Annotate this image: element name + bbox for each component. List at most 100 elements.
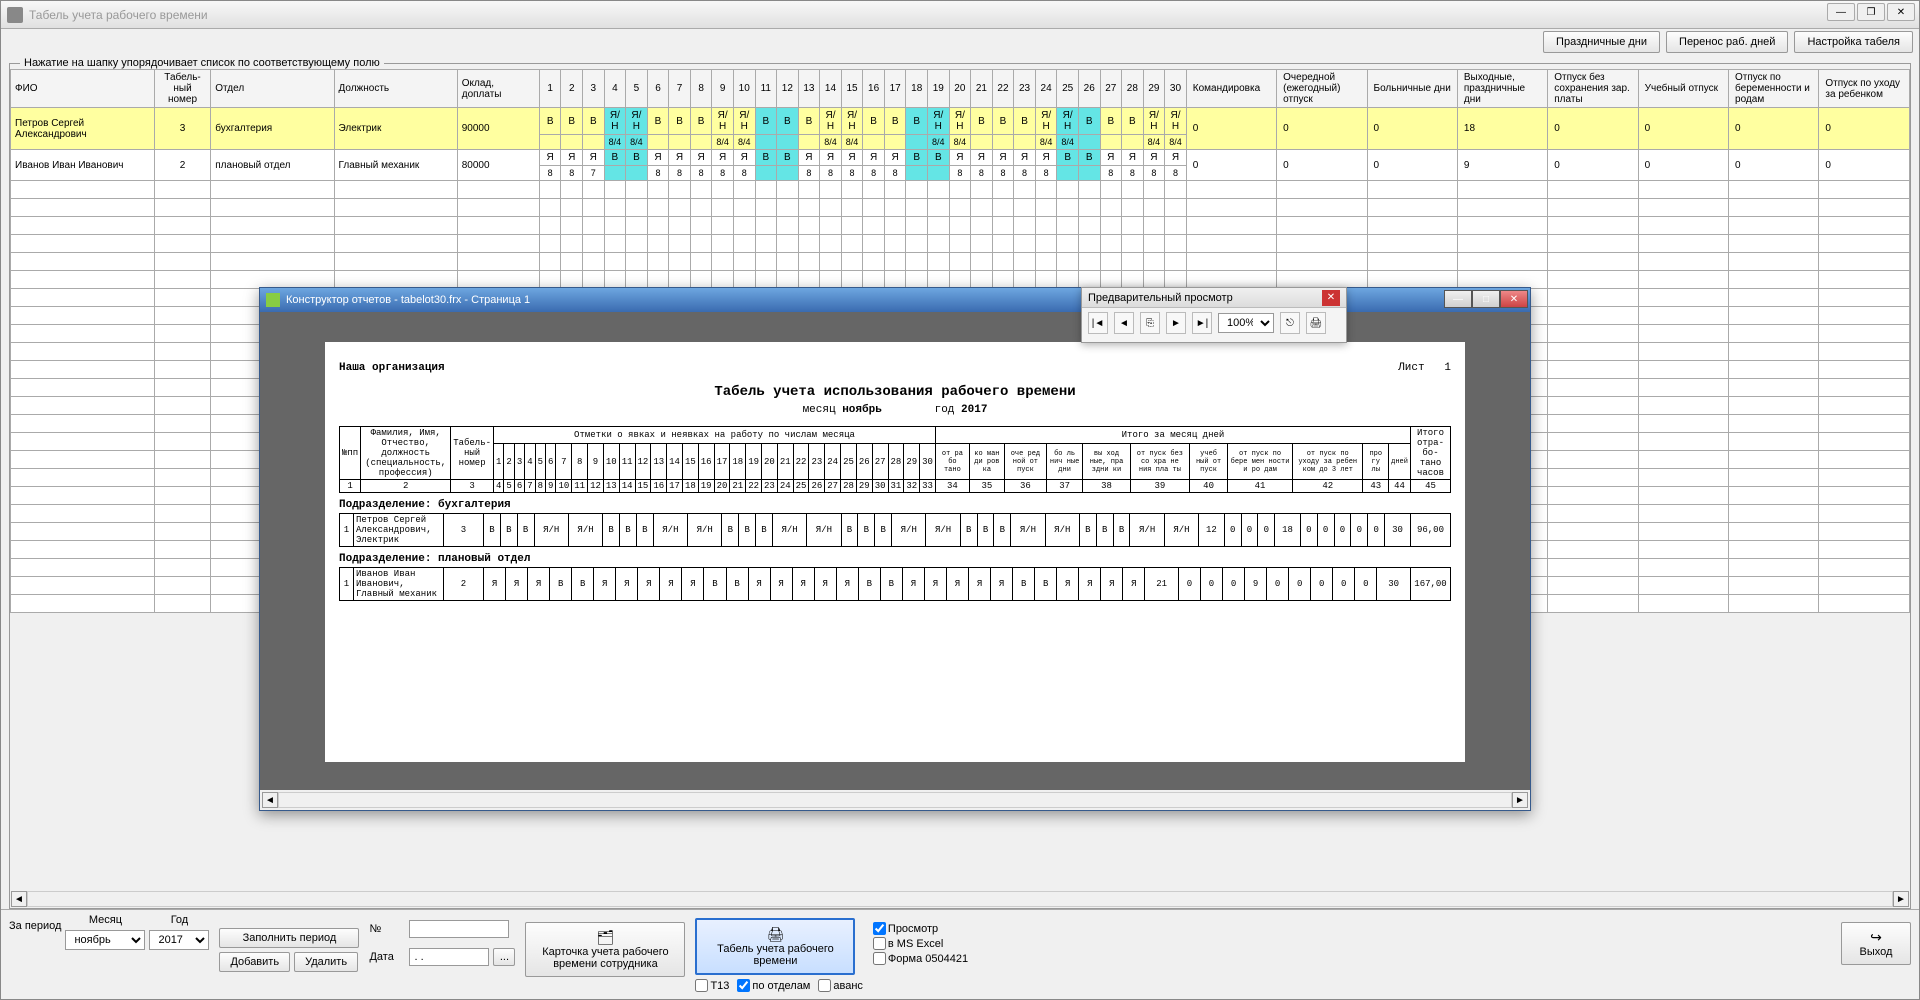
col-childcare[interactable]: Отпуск по уходу за ребенком: [1819, 70, 1910, 108]
col-sick[interactable]: Больничные дни: [1367, 70, 1457, 108]
col-day[interactable]: 12: [777, 70, 799, 108]
col-day[interactable]: 3: [583, 70, 605, 108]
col-day[interactable]: 6: [647, 70, 669, 108]
col-fio[interactable]: ФИО: [11, 70, 155, 108]
table-row[interactable]: Петров Сергей Александрович3бухгалтерияЭ…: [11, 108, 1910, 135]
col-day[interactable]: 25: [1057, 70, 1079, 108]
report-hscroll[interactable]: ◄ ►: [262, 792, 1528, 808]
add-button[interactable]: Добавить: [219, 952, 290, 972]
date-picker-button[interactable]: ...: [493, 948, 515, 966]
excel-checkbox[interactable]: в MS Excel: [873, 937, 968, 950]
col-maternity[interactable]: Отпуск по беременности и родам: [1729, 70, 1819, 108]
col-day[interactable]: 22: [992, 70, 1014, 108]
holidays-button[interactable]: Праздничные дни: [1543, 31, 1660, 53]
scroll-right-icon[interactable]: ►: [1893, 891, 1909, 907]
col-vacation[interactable]: Очередной (ежегодный) отпуск: [1277, 70, 1367, 108]
date-input[interactable]: [409, 948, 489, 966]
table-row[interactable]: Иванов Иван Иванович2плановый отделГлавн…: [11, 150, 1910, 166]
employee-card-button[interactable]: 🗂 Карточка учета рабочего времени сотруд…: [525, 922, 685, 977]
bydept-checkbox[interactable]: по отделам: [737, 979, 810, 992]
transfer-days-button[interactable]: Перенос раб. дней: [1666, 31, 1788, 53]
top-toolbar: Праздничные дни Перенос раб. дней Настро…: [1, 29, 1919, 55]
preview-toolbar: Предварительный просмотр ✕ |◄ ◄ ⎘ ► ►| 1…: [1081, 287, 1347, 343]
col-day[interactable]: 27: [1100, 70, 1122, 108]
restore-button[interactable]: ❐: [1857, 3, 1885, 21]
main-window: Табель учета рабочего времени — ❐ ✕ Праз…: [0, 0, 1920, 1000]
month-select[interactable]: ноябрь: [65, 930, 145, 950]
col-day[interactable]: 2: [561, 70, 583, 108]
col-day[interactable]: 21: [971, 70, 993, 108]
col-day[interactable]: 24: [1035, 70, 1057, 108]
settings-button[interactable]: Настройка табеля: [1794, 31, 1913, 53]
scroll-right-icon[interactable]: ►: [1512, 792, 1528, 808]
col-day[interactable]: 10: [733, 70, 755, 108]
col-tabnum[interactable]: Табель-ный номер: [154, 70, 210, 108]
timesheet-report-button[interactable]: 🖨 Табель учета рабочего времени: [695, 918, 855, 975]
fill-period-button[interactable]: Заполнить период: [219, 928, 359, 948]
col-day[interactable]: 20: [949, 70, 971, 108]
report-max-button[interactable]: □: [1472, 290, 1500, 308]
col-trip[interactable]: Командировка: [1186, 70, 1276, 108]
col-salary[interactable]: Оклад, доплаты: [457, 70, 539, 108]
preview-close-button[interactable]: ✕: [1322, 290, 1340, 306]
col-day[interactable]: 26: [1078, 70, 1100, 108]
first-page-icon[interactable]: |◄: [1088, 312, 1108, 334]
col-day[interactable]: 15: [841, 70, 863, 108]
minimize-button[interactable]: —: [1827, 3, 1855, 21]
col-day[interactable]: 28: [1122, 70, 1144, 108]
col-day[interactable]: 7: [669, 70, 691, 108]
date-label: Дата: [369, 951, 405, 963]
col-day[interactable]: 5: [626, 70, 648, 108]
scroll-left-icon[interactable]: ◄: [262, 792, 278, 808]
col-day[interactable]: 30: [1165, 70, 1187, 108]
col-day[interactable]: 17: [884, 70, 906, 108]
report-dialog: Конструктор отчетов - tabelot30.frx - Ст…: [259, 287, 1531, 811]
scroll-track[interactable]: [27, 891, 1893, 907]
report-close-button[interactable]: ✕: [1500, 290, 1528, 308]
zoom-select[interactable]: 100%: [1218, 313, 1274, 333]
window-title: Табель учета рабочего времени: [29, 8, 208, 22]
col-day[interactable]: 1: [539, 70, 561, 108]
num-input[interactable]: [409, 920, 509, 938]
col-dept[interactable]: Отдел: [211, 70, 334, 108]
col-position[interactable]: Должность: [334, 70, 457, 108]
t13-checkbox[interactable]: Т13: [695, 979, 729, 992]
col-day[interactable]: 8: [690, 70, 712, 108]
print-icon[interactable]: 🖨: [1306, 312, 1326, 334]
preview-checkbox[interactable]: Просмотр: [873, 922, 968, 935]
avans-checkbox[interactable]: аванс: [818, 979, 863, 992]
last-page-icon[interactable]: ►|: [1192, 312, 1212, 334]
col-day[interactable]: 13: [798, 70, 820, 108]
report-body[interactable]: Наша организация Лист 1 Табель учета исп…: [260, 312, 1530, 790]
col-day[interactable]: 18: [906, 70, 928, 108]
col-weekend[interactable]: Выходные, праздничные дни: [1457, 70, 1547, 108]
horizontal-scrollbar[interactable]: ◄ ►: [11, 891, 1909, 907]
col-study[interactable]: Учебный отпуск: [1638, 70, 1728, 108]
prev-page-icon[interactable]: ◄: [1114, 312, 1134, 334]
exit-button[interactable]: ↪ Выход: [1841, 922, 1911, 965]
preview-titlebar[interactable]: Предварительный просмотр ✕: [1082, 288, 1346, 308]
scroll-left-icon[interactable]: ◄: [11, 891, 27, 907]
col-day[interactable]: 19: [928, 70, 950, 108]
year-select[interactable]: 2017: [149, 930, 209, 950]
report-icon: [266, 293, 280, 307]
next-page-icon[interactable]: ►: [1166, 312, 1186, 334]
close-preview-icon[interactable]: ⎋: [1280, 312, 1300, 334]
report-emp1: 1Петров Сергей Александрович, Электрик3В…: [339, 513, 1451, 547]
goto-page-icon[interactable]: ⎘: [1140, 312, 1160, 334]
delete-button[interactable]: Удалить: [294, 952, 358, 972]
col-day[interactable]: 4: [604, 70, 626, 108]
col-day[interactable]: 9: [712, 70, 734, 108]
col-day[interactable]: 14: [820, 70, 842, 108]
report-table: №пп Фамилия, Имя, Отчество, должность (с…: [339, 426, 1451, 493]
report-min-button[interactable]: —: [1444, 290, 1472, 308]
col-day[interactable]: 16: [863, 70, 885, 108]
report-org: Наша организация: [339, 362, 445, 374]
form0504421-checkbox[interactable]: Форма 0504421: [873, 952, 968, 965]
table-row: [11, 253, 1910, 271]
col-day[interactable]: 23: [1014, 70, 1036, 108]
col-day[interactable]: 29: [1143, 70, 1165, 108]
col-unpaid[interactable]: Отпуск без сохранения зар. платы: [1548, 70, 1638, 108]
close-button[interactable]: ✕: [1887, 3, 1915, 21]
col-day[interactable]: 11: [755, 70, 777, 108]
